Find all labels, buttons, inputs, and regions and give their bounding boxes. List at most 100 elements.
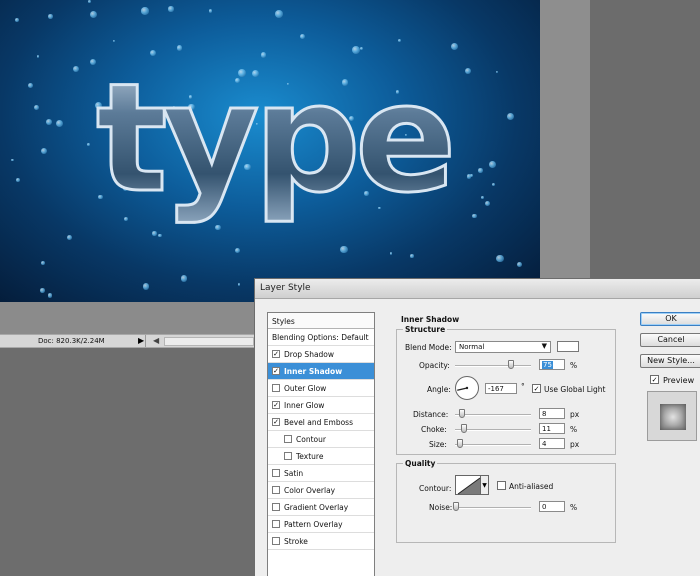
distance-input[interactable]: 8 xyxy=(539,408,565,419)
preview-checkbox[interactable]: ✓ xyxy=(650,375,659,384)
document-canvas[interactable]: type xyxy=(0,0,540,302)
contour-dropdown-icon[interactable]: ▼ xyxy=(481,475,489,495)
angle-dial[interactable] xyxy=(455,376,479,400)
style-item-label: Stroke xyxy=(284,537,308,546)
water-drop xyxy=(451,43,459,51)
status-menu-arrow-icon[interactable]: ▶ xyxy=(138,336,144,345)
panel-title: Inner Shadow xyxy=(401,315,460,324)
angle-input[interactable]: -167 xyxy=(485,383,517,394)
size-unit: px xyxy=(570,440,580,449)
distance-unit: px xyxy=(570,410,580,419)
canvas-type-word: type xyxy=(96,58,451,226)
global-light-checkbox[interactable]: ✓ xyxy=(532,384,541,393)
ok-button[interactable]: OK xyxy=(640,312,700,326)
size-slider-track[interactable] xyxy=(455,444,531,446)
water-drop xyxy=(47,293,53,298)
style-item-label: Drop Shadow xyxy=(284,350,335,359)
style-item-label: Pattern Overlay xyxy=(284,520,343,529)
water-drop xyxy=(56,119,64,128)
blend-mode-select[interactable]: Normal ▼ xyxy=(455,341,551,353)
preview-label: Preview xyxy=(663,376,695,385)
water-drop xyxy=(176,45,183,51)
style-checkbox[interactable] xyxy=(272,537,280,545)
style-item-label: Satin xyxy=(284,469,304,478)
noise-unit: % xyxy=(570,503,578,512)
water-drop xyxy=(410,254,414,258)
style-checkbox[interactable]: ✓ xyxy=(272,401,280,409)
noise-input[interactable]: 0 xyxy=(539,501,565,512)
water-drop xyxy=(300,34,305,40)
style-item-color-overlay[interactable]: Color Overlay xyxy=(268,482,374,499)
water-drop xyxy=(87,143,90,146)
distance-slider-thumb[interactable] xyxy=(459,409,465,418)
style-item-inner-shadow[interactable]: ✓ Inner Shadow xyxy=(268,363,374,380)
size-slider-thumb[interactable] xyxy=(457,439,463,448)
style-checkbox[interactable]: ✓ xyxy=(272,418,280,426)
doc-size-readout: Doc: 820.3K/2.24M xyxy=(38,337,105,345)
dialog-title: Layer Style xyxy=(260,283,311,293)
style-item-pattern-overlay[interactable]: Pattern Overlay xyxy=(268,516,374,533)
size-input[interactable]: 4 xyxy=(539,438,565,449)
water-drop xyxy=(72,66,79,73)
water-drop xyxy=(90,11,98,19)
style-item-satin[interactable]: Satin xyxy=(268,465,374,482)
style-item-gradient-overlay[interactable]: Gradient Overlay xyxy=(268,499,374,516)
scroll-left-icon[interactable]: ◀ xyxy=(153,336,159,345)
style-checkbox[interactable] xyxy=(272,520,280,528)
noise-slider-thumb[interactable] xyxy=(453,502,459,511)
style-checkbox[interactable] xyxy=(284,452,292,460)
water-drop xyxy=(40,147,47,154)
choke-slider-thumb[interactable] xyxy=(461,424,467,433)
contour-curve-icon xyxy=(457,477,481,495)
water-drop xyxy=(40,287,45,293)
style-item-label: Inner Glow xyxy=(284,401,325,410)
water-drop xyxy=(11,158,14,162)
style-checkbox[interactable] xyxy=(284,435,292,443)
style-checkbox[interactable]: ✓ xyxy=(272,350,280,358)
style-item-stroke[interactable]: Stroke xyxy=(268,533,374,550)
type-text-layer: type xyxy=(95,51,476,248)
water-drop xyxy=(352,45,361,54)
style-item-drop-shadow[interactable]: ✓ Drop Shadow xyxy=(268,346,374,363)
style-item-contour[interactable]: Contour xyxy=(268,431,374,448)
style-item-texture[interactable]: Texture xyxy=(268,448,374,465)
water-drop xyxy=(260,52,267,58)
angle-label: Angle: xyxy=(427,385,451,394)
distance-label: Distance: xyxy=(413,410,449,419)
noise-slider-track[interactable] xyxy=(455,507,531,509)
opacity-slider-thumb[interactable] xyxy=(507,360,514,369)
cancel-button[interactable]: Cancel xyxy=(640,333,700,347)
workspace-background xyxy=(0,348,258,576)
style-checkbox[interactable] xyxy=(272,486,280,494)
opacity-value: 75 xyxy=(542,361,553,369)
style-checkbox[interactable]: ✓ xyxy=(272,367,280,375)
blending-options-item[interactable]: Blending Options: Default xyxy=(268,329,374,346)
shadow-color-swatch[interactable] xyxy=(557,341,579,352)
style-checkbox[interactable] xyxy=(272,384,280,392)
water-drop xyxy=(237,282,241,286)
horizontal-scrollbar[interactable] xyxy=(164,337,254,346)
photoshop-workspace: type Doc: 820.3K/2.24M ▶ ◀ Layer Style S… xyxy=(0,0,700,576)
styles-header[interactable]: Styles xyxy=(268,313,374,329)
style-checkbox[interactable] xyxy=(272,469,280,477)
choke-input[interactable]: 11 xyxy=(539,423,565,434)
new-style-button[interactable]: New Style... xyxy=(640,354,700,368)
distance-slider-track[interactable] xyxy=(455,414,531,416)
water-drop xyxy=(168,6,174,12)
quality-group: Quality Contour: ▼ Anti-aliased Noise: 0… xyxy=(396,459,616,543)
water-drop xyxy=(14,17,19,22)
styles-list: Styles Blending Options: Default ✓ Drop S… xyxy=(267,312,375,576)
style-item-bevel-and-emboss[interactable]: ✓ Bevel and Emboss xyxy=(268,414,374,431)
opacity-input[interactable]: 75 xyxy=(539,359,565,370)
style-item-inner-glow[interactable]: ✓ Inner Glow xyxy=(268,397,374,414)
dialog-titlebar[interactable]: Layer Style xyxy=(255,279,700,299)
anti-aliased-label: Anti-aliased xyxy=(509,482,554,491)
style-checkbox[interactable] xyxy=(272,503,280,511)
opacity-slider-track[interactable] xyxy=(455,365,531,367)
contour-picker[interactable] xyxy=(455,475,481,495)
canvas-pasteboard xyxy=(0,302,258,334)
anti-aliased-checkbox[interactable] xyxy=(497,481,506,490)
preview-swatch xyxy=(660,404,686,430)
contour-label: Contour: xyxy=(419,484,452,493)
style-item-outer-glow[interactable]: Outer Glow xyxy=(268,380,374,397)
